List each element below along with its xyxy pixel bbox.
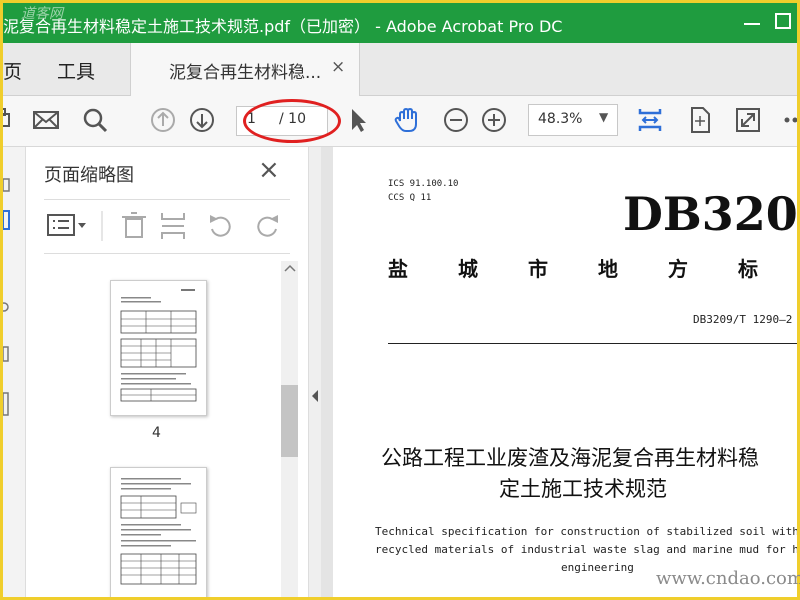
- hand-tool-icon[interactable]: [392, 105, 422, 135]
- select-cursor-icon[interactable]: [343, 105, 373, 135]
- watermark-top-left: 道客网: [21, 6, 63, 22]
- panel-divider: [44, 199, 290, 200]
- ics-code: ICS 91.100.10 CCS Q 11: [388, 177, 458, 205]
- app-window: 泥复合再生材料稳定土施工技术规范.pdf（已加密） - Adobe Acroba…: [3, 3, 797, 597]
- minimize-button[interactable]: [741, 9, 763, 31]
- delete-page-icon: [122, 212, 146, 238]
- city-char: 市: [528, 257, 548, 281]
- ccs-line: CCS Q 11: [388, 193, 432, 203]
- city-char: 标: [738, 257, 758, 281]
- thumbnail-page-label: 4: [152, 425, 161, 441]
- full-screen-icon[interactable]: [733, 105, 763, 135]
- more-tools-icon[interactable]: [781, 105, 797, 135]
- fit-width-icon[interactable]: [635, 105, 665, 135]
- next-page-icon[interactable]: [187, 105, 217, 135]
- scroll-up-icon: [284, 264, 296, 272]
- maximize-button[interactable]: [775, 13, 791, 29]
- thumbnails-icon: [3, 210, 10, 230]
- city-char: 盐: [388, 257, 408, 281]
- menu-home[interactable]: 页: [3, 57, 22, 84]
- rotate-right-icon: [257, 215, 278, 237]
- header-rule: [388, 343, 797, 344]
- zoom-value: 48.3%: [538, 111, 583, 127]
- attachments-icon: [3, 302, 9, 312]
- scrollbar-thumb[interactable]: [281, 385, 298, 457]
- english-title-line: Technical specification for construction…: [375, 525, 797, 538]
- bookmark-icon: [3, 178, 10, 192]
- ics-line: ICS 91.100.10: [388, 179, 459, 189]
- city-char: 地: [598, 257, 618, 281]
- tab-bar: 页 工具 泥复合再生材料稳... ×: [3, 43, 797, 96]
- layers-icon: [3, 346, 9, 362]
- collapse-panel-icon: [312, 390, 318, 402]
- standard-code-heading: DB3209: [623, 187, 797, 241]
- window-title: 泥复合再生材料稳定土施工技术规范.pdf（已加密） - Adobe Acroba…: [3, 17, 563, 36]
- signatures-icon: [3, 392, 9, 416]
- standard-number: DB3209/T 1290—2: [693, 313, 793, 326]
- thumbnails-panel: 页面缩略图 × 4: [26, 147, 308, 597]
- city-char: 方: [668, 257, 688, 281]
- pdf-page: ICS 91.100.10 CCS Q 11 DB3209 盐 城 市 地 方 标 DB3…: [333, 147, 797, 597]
- zoom-out-icon[interactable]: [441, 105, 471, 135]
- toolbar: 1 / 10 48.3% ▼: [3, 96, 797, 147]
- zoom-in-icon[interactable]: [479, 105, 509, 135]
- extract-page-icon: [161, 213, 185, 239]
- panel-close-icon[interactable]: ×: [258, 155, 280, 185]
- document-tab-label: 泥复合再生材料稳...: [169, 63, 322, 83]
- page-thumbnail[interactable]: [110, 280, 207, 416]
- search-icon[interactable]: [80, 105, 110, 135]
- panel-divider: [44, 253, 290, 254]
- chinese-title-line: 定土施工技术规范: [499, 477, 667, 501]
- city-char: 城: [458, 257, 478, 281]
- rail-icons[interactable]: [3, 147, 25, 597]
- red-annotation-oval: [243, 99, 341, 143]
- city-standard-heading: 盐城市地方标: [388, 253, 797, 282]
- mail-icon[interactable]: [31, 105, 61, 135]
- chinese-title-line: 公路工程工业废渣及海泥复合再生材料稳: [381, 446, 759, 470]
- panel-title: 页面缩略图: [44, 165, 134, 186]
- previous-page-icon[interactable]: [148, 105, 178, 135]
- page-view-icon[interactable]: [685, 105, 715, 135]
- title-bar: 泥复合再生材料稳定土施工技术规范.pdf（已加密） - Adobe Acroba…: [3, 3, 797, 43]
- zoom-select[interactable]: 48.3% ▼: [528, 104, 618, 136]
- chinese-title: 公路工程工业废渣及海泥复合再生材料稳 定土施工技术规范: [381, 443, 759, 505]
- english-title-line: recycled materials of industrial waste s…: [375, 543, 797, 556]
- options-menu-icon: [47, 214, 86, 236]
- navigation-rail: [3, 147, 26, 597]
- tab-close-icon[interactable]: ×: [331, 57, 345, 77]
- document-tab[interactable]: 泥复合再生材料稳... ×: [130, 43, 360, 96]
- panel-splitter[interactable]: [308, 147, 322, 597]
- thumbnail-scrollbar[interactable]: [281, 261, 298, 597]
- panel-toolbar: [44, 207, 290, 247]
- chevron-down-icon[interactable]: ▼: [599, 110, 608, 124]
- menu-tools[interactable]: 工具: [57, 57, 95, 84]
- watermark-bottom-right: www.cndao.com: [656, 568, 800, 589]
- rotate-left-icon: [210, 215, 231, 237]
- print-icon[interactable]: [3, 105, 17, 135]
- document-viewport[interactable]: ICS 91.100.10 CCS Q 11 DB3209 盐 城 市 地 方 标 DB3…: [321, 147, 797, 597]
- page-thumbnail[interactable]: [110, 467, 207, 597]
